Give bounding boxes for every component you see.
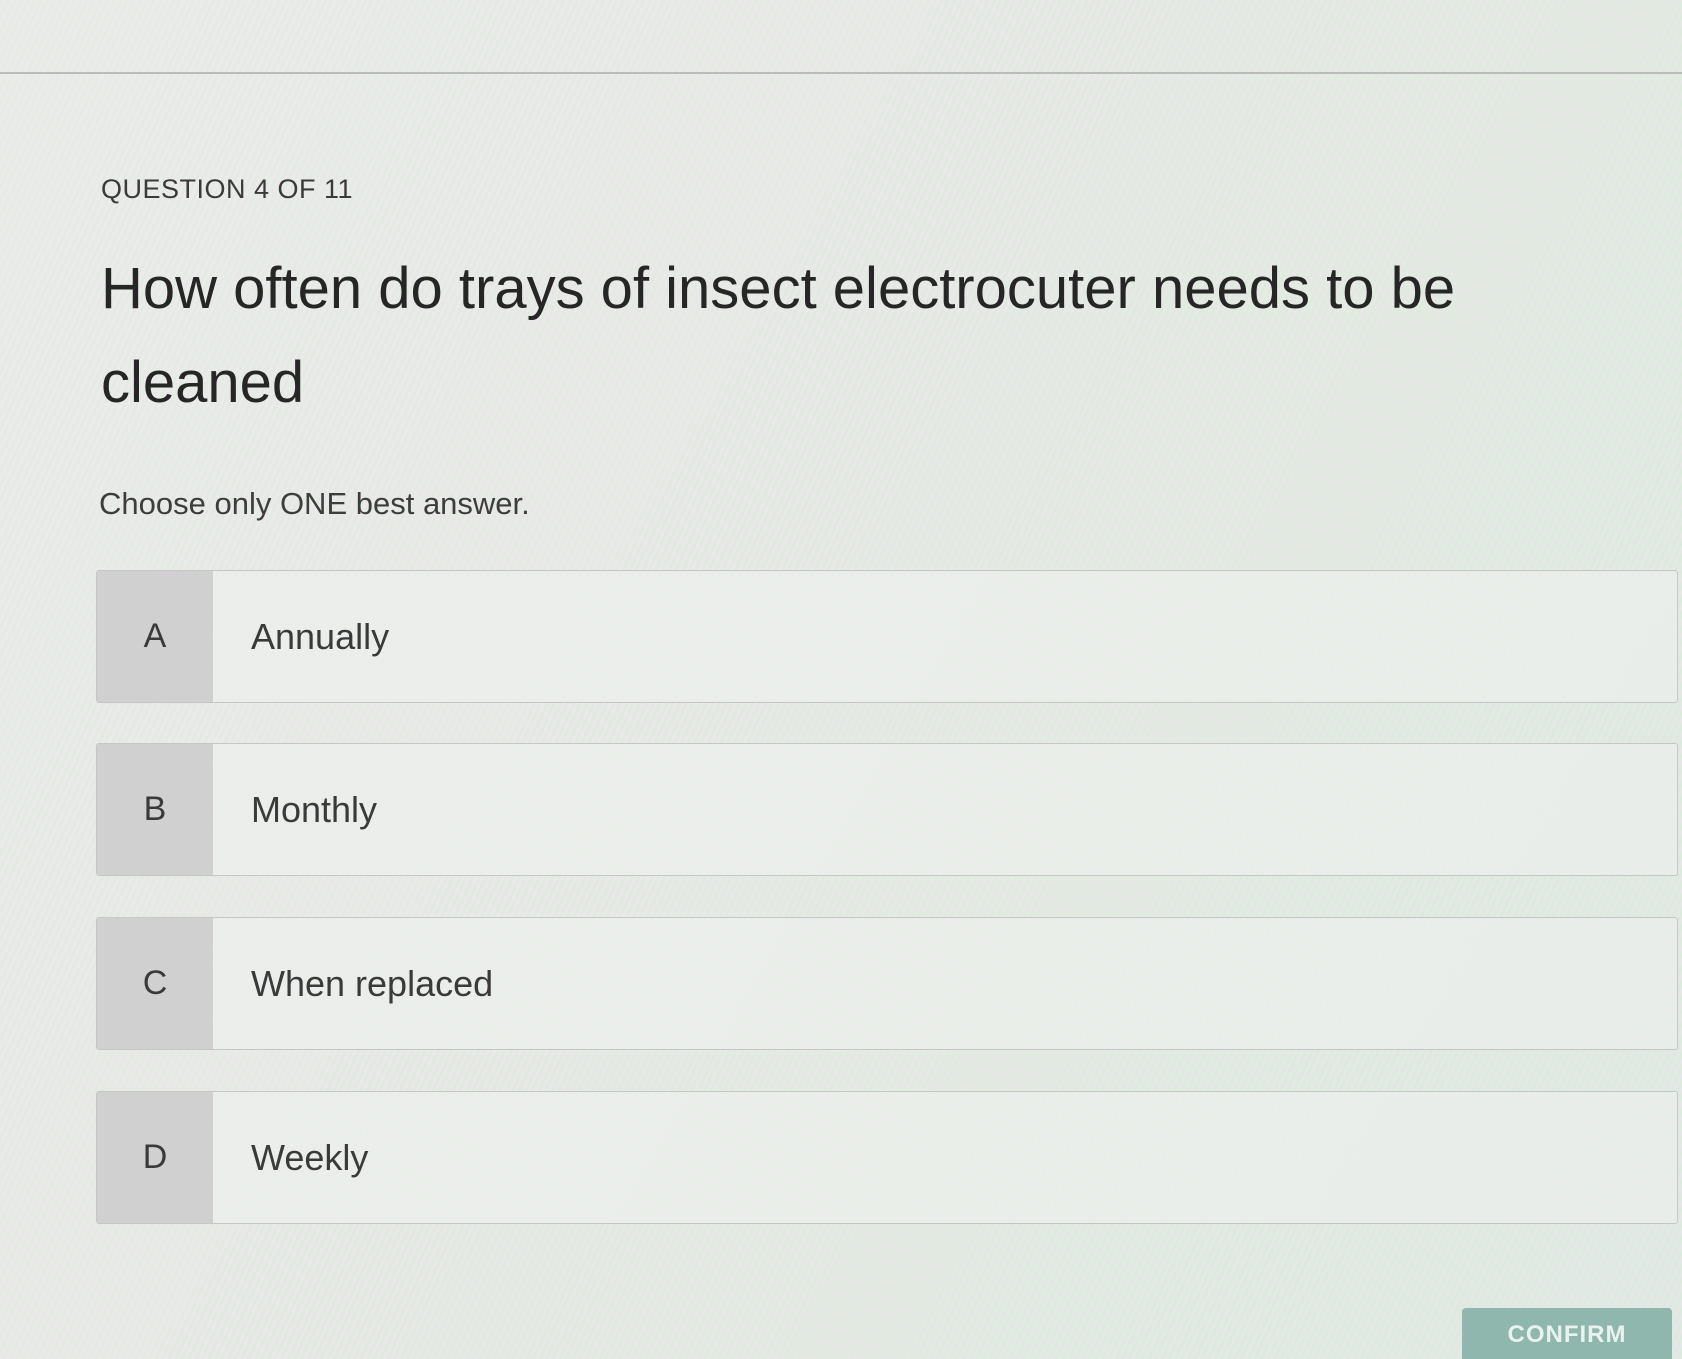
option-label-a: Annually — [251, 615, 390, 657]
confirm-button[interactable]: CONFIRM — [1462, 1308, 1672, 1359]
option-label-b: Monthly — [251, 788, 378, 830]
answer-option-b[interactable]: B Monthly — [96, 743, 1678, 876]
answer-option-a[interactable]: A Annually — [96, 570, 1678, 703]
option-label-c: When replaced — [251, 962, 494, 1004]
option-letter-a: A — [97, 571, 213, 702]
answer-option-d[interactable]: D Weekly — [96, 1091, 1678, 1224]
header-divider — [0, 72, 1682, 74]
question-text: How often do trays of insect electrocute… — [101, 256, 1456, 415]
option-letter-d: D — [97, 1092, 213, 1223]
question-counter: QUESTION 4 OF 11 — [101, 174, 354, 204]
option-label-d: Weekly — [251, 1136, 369, 1178]
option-letter-c: C — [97, 918, 213, 1049]
option-letter-b: B — [97, 744, 213, 875]
answer-option-c[interactable]: C When replaced — [96, 917, 1678, 1050]
answer-instruction: Choose only ONE best answer. — [99, 486, 530, 521]
